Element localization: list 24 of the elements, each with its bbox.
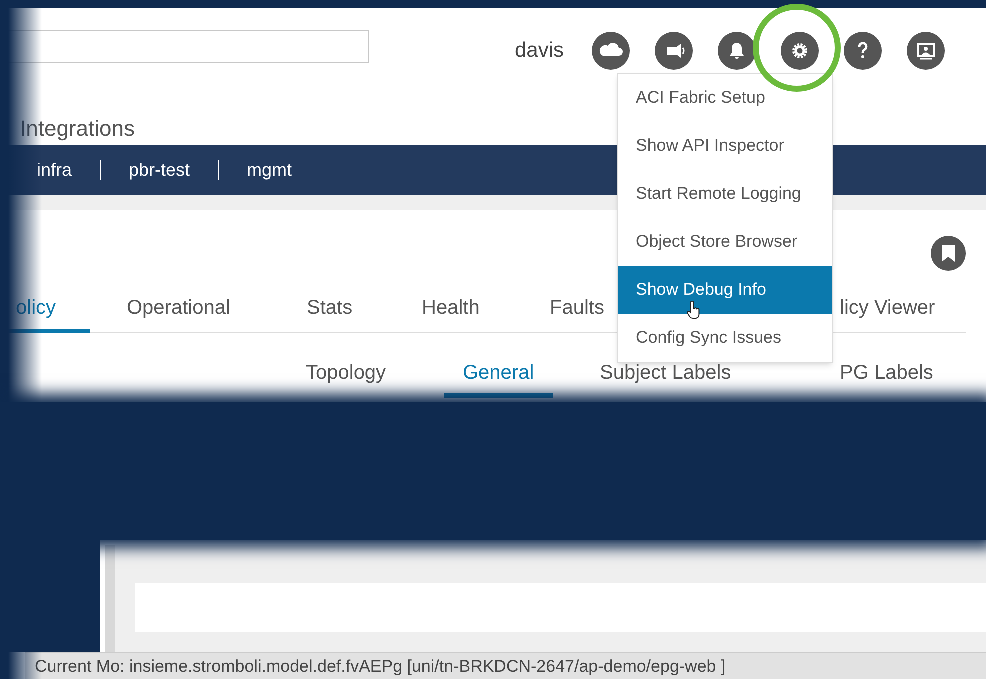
megaphone-icon[interactable]	[655, 32, 694, 70]
tab[interactable]: Stats	[307, 290, 353, 333]
tab[interactable]: Operational	[127, 290, 230, 333]
bell-icon[interactable]	[718, 32, 756, 70]
sub-tab[interactable]: PG Labels	[840, 354, 934, 398]
user-name: davis	[515, 38, 564, 64]
cloud-icon[interactable]	[592, 32, 630, 70]
menu-item[interactable]: Object Store Browser	[618, 218, 832, 266]
tab[interactable]: licy Viewer	[840, 290, 936, 333]
settings-icon[interactable]	[781, 32, 820, 70]
menu-item[interactable]: Config Sync Issues	[618, 314, 832, 362]
hand-cursor-icon	[687, 301, 701, 319]
tab[interactable]: Faults	[550, 290, 604, 333]
status-bar: Current Mo: insieme.stromboli.model.def.fvAEPg [uni/tn-BRKDCN-2647/ap-demo/epg-web ]	[25, 652, 986, 679]
menu-item[interactable]: Start Remote Logging	[618, 170, 832, 218]
tenant-link[interactable]: pbr-test	[129, 156, 190, 184]
menu-item[interactable]: Show API Inspector	[618, 122, 832, 170]
sub-tab[interactable]: Topology	[306, 354, 386, 398]
menu-item[interactable]: ACI Fabric Setup	[618, 74, 832, 122]
monitor-icon[interactable]	[907, 32, 946, 70]
help-icon[interactable]	[844, 32, 882, 70]
tab[interactable]: Health	[422, 290, 480, 333]
bookmark-icon[interactable]	[931, 236, 966, 271]
tenant-link[interactable]: mgmt	[247, 156, 292, 184]
